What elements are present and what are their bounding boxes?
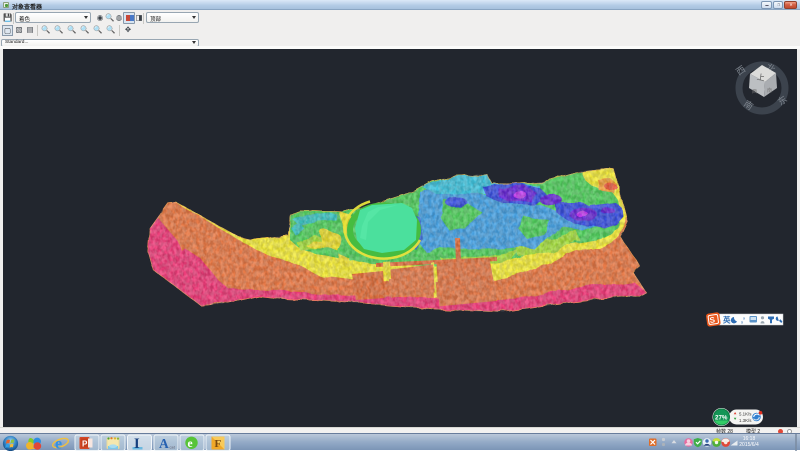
svg-text:A: A xyxy=(159,436,169,451)
svg-text:I: I xyxy=(134,436,140,451)
svg-text:F: F xyxy=(215,438,222,450)
svg-text:,ʼ: ,ʼ xyxy=(741,318,745,325)
svg-text:1.3K/s: 1.3K/s xyxy=(739,418,752,423)
svg-text:P: P xyxy=(82,440,88,449)
svg-text:5.1K/s: 5.1K/s xyxy=(739,412,752,417)
svg-text:e: e xyxy=(188,438,193,450)
svg-text:cad: cad xyxy=(170,446,176,450)
svg-text:西: 西 xyxy=(752,89,757,95)
svg-text:英: 英 xyxy=(723,315,731,325)
svg-text:e: e xyxy=(55,436,62,452)
svg-text:上: 上 xyxy=(756,73,765,83)
svg-text:南: 南 xyxy=(767,87,772,94)
svg-text:27%: 27% xyxy=(715,414,728,421)
